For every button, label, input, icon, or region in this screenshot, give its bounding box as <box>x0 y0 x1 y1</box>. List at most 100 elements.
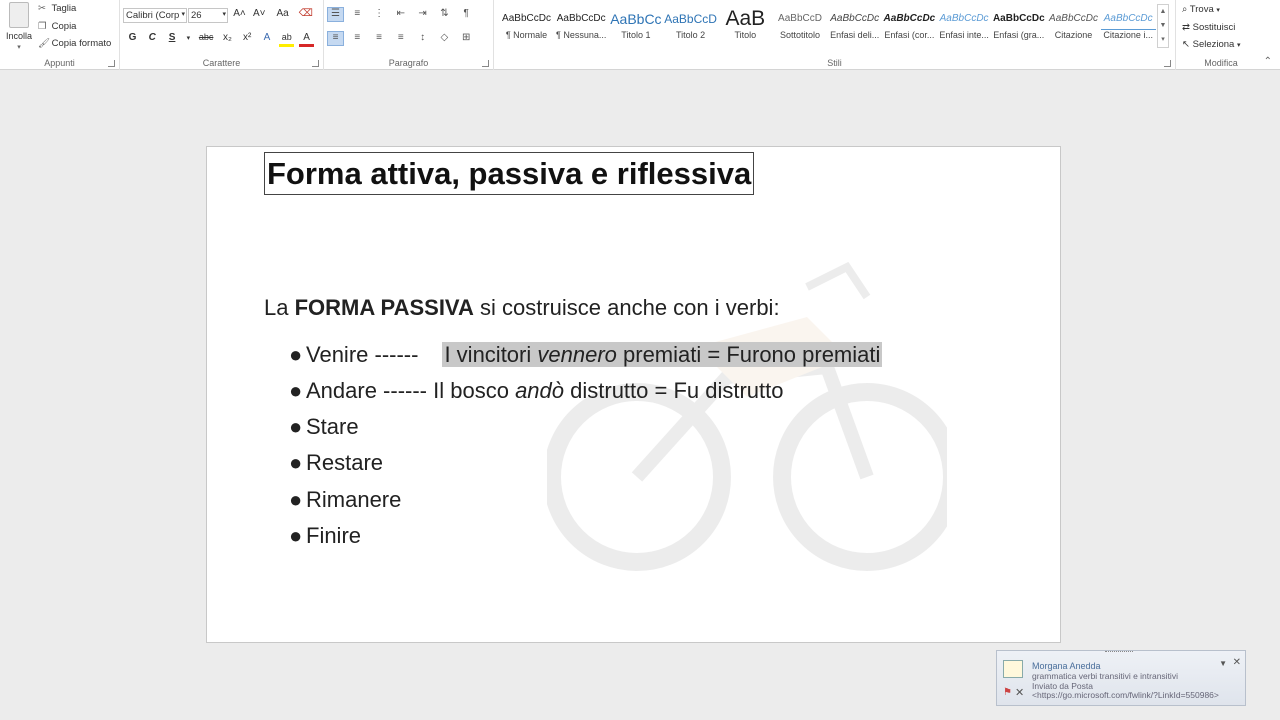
list-item: ● Restare <box>289 450 384 475</box>
clear-formatting-icon[interactable]: ⌫ <box>298 8 313 23</box>
font-size-select[interactable]: 26 ▾ <box>188 8 228 23</box>
chevron-down-icon[interactable]: ▼ <box>1158 19 1168 33</box>
cursor-icon: ↖ <box>1182 39 1190 50</box>
highlight-button[interactable]: ab <box>279 32 295 47</box>
strikethrough-button[interactable]: abc <box>197 32 215 47</box>
subscript-button[interactable]: x₂ <box>220 32 235 47</box>
bullets-icon[interactable]: ☰ <box>327 7 344 22</box>
font-group: Calibri (Corp ▾ 26 ▾ A˄ A˅ Aa ⌫ G C S ▾ … <box>120 0 324 70</box>
style-name: Enfasi inte... <box>939 30 989 40</box>
ribbon: Incolla ▾ ✂ Taglia ❐ Copia 🖌 Copia forma… <box>0 0 1280 70</box>
editing-group-label: Modifica <box>1204 58 1238 68</box>
style-item[interactable]: AaBbCcD Sottotitolo <box>773 8 828 48</box>
chevron-down-icon: ▾ <box>222 11 226 18</box>
sort-icon[interactable]: ⇅ <box>436 8 453 23</box>
close-icon[interactable]: ✕ <box>1233 657 1241 668</box>
copy-icon: ❐ <box>38 21 47 32</box>
replace-button[interactable]: ⇄ Sostituisci <box>1182 22 1235 33</box>
style-name: Titolo <box>734 30 757 40</box>
style-item[interactable]: AaBbCcDc ¶ Nessuna... <box>554 8 609 48</box>
change-case-button[interactable]: Aa <box>272 8 294 23</box>
list-item: ● Andare ------ Il bosco andò distrutto =… <box>289 378 784 403</box>
shrink-font-button[interactable]: A˅ <box>252 8 267 23</box>
style-sample: AaBbCcDc <box>556 13 606 24</box>
font-launcher-icon[interactable] <box>312 60 319 67</box>
styles-launcher-icon[interactable] <box>1164 60 1171 67</box>
notification-link[interactable]: <https://go.microsoft.com/fwlink/?LinkId… <box>1032 690 1219 700</box>
cut-button[interactable]: ✂ Taglia <box>38 3 76 18</box>
styles-group: AaBbCcDc ¶ Normale AaBbCcDc ¶ Nessuna... AaB… <box>494 0 1176 70</box>
style-item[interactable]: AaBbCcDc Citazione <box>1046 8 1101 48</box>
style-item[interactable]: AaB Titolo <box>718 8 773 48</box>
superscript-button[interactable]: x² <box>240 32 255 47</box>
style-item[interactable]: AaBbCcDc Citazione i... <box>1100 8 1156 48</box>
shading-icon[interactable]: ◇ <box>436 32 453 47</box>
bold-button[interactable]: G <box>125 32 140 47</box>
format-painter-button[interactable]: 🖌 Copia formato <box>38 38 111 53</box>
style-item[interactable]: AaBbCcDc Enfasi inte... <box>937 8 992 48</box>
styles-scroll[interactable]: ▲ ▼ ▾ <box>1157 4 1169 48</box>
grow-font-button[interactable]: A˄ <box>232 8 247 23</box>
numbering-icon[interactable]: ≡ <box>349 8 366 23</box>
chevron-down-icon[interactable]: ▼ <box>1219 659 1227 668</box>
align-center-icon[interactable]: ≡ <box>349 32 366 47</box>
font-color-button[interactable]: A <box>299 32 315 47</box>
increase-indent-icon[interactable]: ⇥ <box>414 8 431 23</box>
select-button[interactable]: ↖ Seleziona ▾ <box>1182 39 1241 50</box>
flag-icon[interactable]: ⚑ <box>1003 687 1012 698</box>
italic-button[interactable]: C <box>145 32 160 47</box>
find-button[interactable]: ⌕ Trova ▾ <box>1182 4 1220 15</box>
align-right-icon[interactable]: ≡ <box>371 32 388 47</box>
paragraph-group: ☰ ≡ ⋮ ⇤ ⇥ ⇅ ¶ ≡ ≡ ≡ ≡ ↕ ◇ ⊞ Paragrafo <box>324 0 494 70</box>
clipboard-launcher-icon[interactable] <box>108 60 115 67</box>
paintbrush-icon: 🖌 <box>38 38 51 49</box>
chevron-up-icon[interactable]: ▲ <box>1158 5 1168 19</box>
style-sample: AaBbCcDc <box>992 13 1045 24</box>
clipboard-group-label: Appunti <box>44 58 75 68</box>
style-item[interactable]: AaBbCcDc Enfasi deli... <box>827 8 882 48</box>
style-sample: AaBbCcD <box>664 12 717 26</box>
style-sample: AaBbCcDc <box>1049 13 1098 24</box>
style-name: Sottotitolo <box>779 30 821 40</box>
delete-icon[interactable]: ✕ <box>1015 686 1024 699</box>
text-effects-button[interactable]: A <box>259 32 274 47</box>
list-item: ● Stare <box>289 414 359 439</box>
document-page[interactable]: Forma attiva, passiva e riflessiva La FO… <box>206 146 1061 643</box>
style-sample: AaBbCc <box>610 11 662 27</box>
font-name-select[interactable]: Calibri (Corp ▾ <box>123 8 187 23</box>
chevron-down-icon: ▾ <box>181 11 185 18</box>
line-spacing-icon[interactable]: ↕ <box>414 32 431 47</box>
style-name: Titolo 2 <box>676 30 706 40</box>
style-sample: AaBbCcDc <box>1100 8 1156 30</box>
style-name: ¶ Nessuna... <box>556 30 607 40</box>
style-item[interactable]: AaBbCcDc ¶ Normale <box>499 8 554 48</box>
chevron-down-icon[interactable]: ▾ <box>184 34 192 49</box>
style-item[interactable]: AaBbCcDc Enfasi (gra... <box>991 8 1046 48</box>
envelope-icon <box>1003 660 1023 678</box>
style-name: Citazione i... <box>1103 30 1153 40</box>
paragraph-launcher-icon[interactable] <box>482 60 489 67</box>
style-name: ¶ Normale <box>505 30 548 40</box>
font-group-label: Carattere <box>202 58 241 68</box>
highlighted-example: I vincitori vennero premiati = Furono pr… <box>442 342 883 367</box>
mail-notification[interactable]: Morgana Anedda grammatica verbi transiti… <box>996 650 1246 706</box>
borders-icon[interactable]: ⊞ <box>458 32 475 47</box>
paste-button[interactable]: Incolla ▾ <box>4 2 34 52</box>
underline-button[interactable]: S <box>165 32 180 47</box>
decrease-indent-icon[interactable]: ⇤ <box>392 8 409 23</box>
style-sample: AaBbCcDc <box>883 13 936 24</box>
justify-icon[interactable]: ≡ <box>392 32 409 47</box>
pilcrow-icon[interactable]: ¶ <box>458 8 475 23</box>
drag-grip[interactable] <box>1105 651 1133 654</box>
style-item[interactable]: AaBbCcDc Enfasi (cor... <box>882 8 937 48</box>
copy-button[interactable]: ❐ Copia <box>38 21 76 36</box>
paste-dropdown-icon[interactable]: ▾ <box>17 44 21 51</box>
style-name: Enfasi deli... <box>830 30 880 40</box>
align-left-icon[interactable]: ≡ <box>327 31 344 46</box>
more-icon[interactable]: ▾ <box>1158 33 1168 47</box>
collapse-ribbon-icon[interactable]: ⌃ <box>1264 56 1272 67</box>
style-item[interactable]: AaBbCcD Titolo 2 <box>663 8 718 48</box>
style-item[interactable]: AaBbCc Titolo 1 <box>608 8 663 48</box>
style-name: Titolo 1 <box>621 30 651 40</box>
multilevel-list-icon[interactable]: ⋮ <box>371 8 388 23</box>
